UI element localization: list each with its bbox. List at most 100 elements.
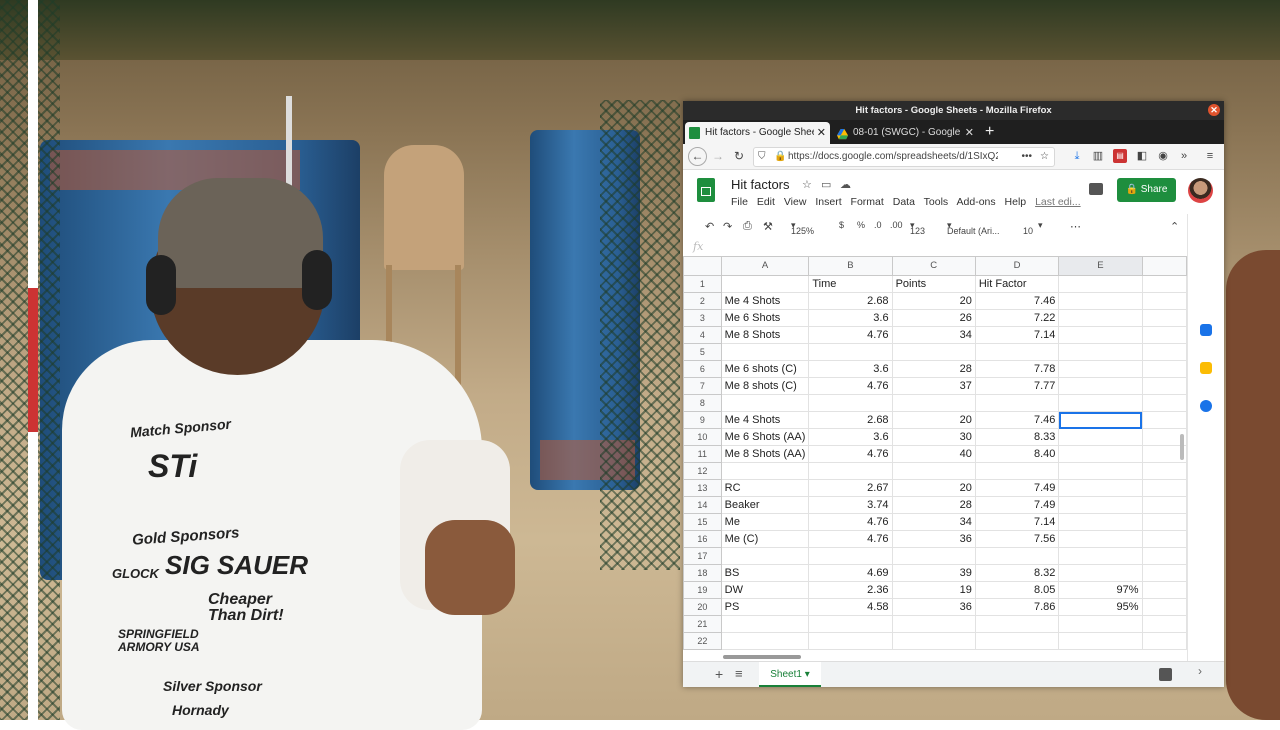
cell-e[interactable]	[1058, 530, 1143, 548]
column-header-a[interactable]: A	[720, 256, 810, 276]
cell-f[interactable]	[1141, 581, 1187, 599]
cell-c[interactable]	[891, 394, 976, 412]
cell-f[interactable]	[1141, 479, 1187, 497]
cell-c[interactable]: 36	[891, 530, 976, 548]
close-tab-icon[interactable]: ✕	[813, 122, 826, 144]
cell-d[interactable]: 8.40	[974, 445, 1060, 463]
cell-e[interactable]	[1058, 632, 1143, 650]
extension-icon[interactable]: ▤	[1113, 149, 1127, 163]
row-header[interactable]: 4	[683, 326, 722, 344]
cell-f[interactable]	[1141, 564, 1187, 582]
overflow-chevron-icon[interactable]: »	[1177, 149, 1191, 163]
cell-c[interactable]: 40	[891, 445, 976, 463]
menu-tools[interactable]: Tools	[924, 196, 949, 208]
cell-e[interactable]	[1058, 496, 1143, 514]
row-header[interactable]: 9	[683, 411, 722, 429]
cell-d[interactable]: 7.46	[974, 411, 1060, 429]
cell-f[interactable]	[1141, 360, 1187, 378]
menu-format[interactable]: Format	[851, 196, 884, 208]
cell-c[interactable]: 30	[891, 428, 976, 446]
cloud-status-icon[interactable]: ☁	[840, 178, 857, 191]
cell-d[interactable]: 7.78	[974, 360, 1060, 378]
cell-c[interactable]	[891, 615, 976, 633]
redo-icon[interactable]: ↷	[723, 220, 732, 233]
cell-e[interactable]	[1058, 360, 1143, 378]
all-sheets-icon[interactable]: ≡	[735, 666, 743, 681]
cell-d[interactable]: 7.86	[974, 598, 1060, 616]
cell-a[interactable]: Me 4 Shots	[720, 411, 810, 429]
vertical-scrollbar[interactable]	[1180, 434, 1184, 460]
cell-f[interactable]	[1141, 513, 1187, 531]
cell-e[interactable]	[1058, 479, 1143, 497]
spreadsheet-grid[interactable]: A B C D E 1 Time Points Hit Factor 2 Me 4 Sho…	[683, 256, 1187, 656]
cell-c[interactable]	[891, 343, 976, 361]
keep-icon[interactable]	[1200, 362, 1212, 374]
cell-f[interactable]	[1141, 292, 1187, 310]
column-header-f[interactable]	[1141, 256, 1187, 276]
cell-d[interactable]: 8.05	[974, 581, 1060, 599]
cell-d[interactable]: 8.32	[974, 564, 1060, 582]
cell-f[interactable]	[1141, 462, 1187, 480]
last-edit-link[interactable]: Last edi...	[1035, 196, 1081, 208]
cell-a[interactable]	[720, 547, 810, 565]
download-icon[interactable]: ⤓	[1070, 149, 1084, 163]
cell-d[interactable]: 7.56	[974, 530, 1060, 548]
formula-bar[interactable]: fx	[683, 239, 1187, 257]
cell-b[interactable]	[808, 547, 893, 565]
cell-a[interactable]	[720, 343, 810, 361]
cell-e[interactable]	[1058, 564, 1143, 582]
cell-a[interactable]: DW	[720, 581, 810, 599]
cell-e[interactable]	[1058, 394, 1143, 412]
cell-f[interactable]	[1141, 547, 1187, 565]
move-folder-icon[interactable]: ▭	[821, 178, 837, 191]
cell-c[interactable]: 26	[891, 309, 976, 327]
cell-f[interactable]	[1141, 309, 1187, 327]
row-header[interactable]: 1	[683, 275, 722, 293]
tab-swgc-doc[interactable]: 08-01 (SWGC) - Google D ✕	[833, 122, 978, 144]
cell-c[interactable]: 20	[891, 411, 976, 429]
cell-d[interactable]: Hit Factor	[974, 275, 1060, 293]
cell-a[interactable]: Me 8 shots (C)	[720, 377, 810, 395]
menu-insert[interactable]: Insert	[815, 196, 841, 208]
undo-icon[interactable]: ↶	[705, 220, 714, 233]
menu-help[interactable]: Help	[1005, 196, 1027, 208]
cell-d[interactable]	[974, 615, 1060, 633]
row-header[interactable]: 10	[683, 428, 722, 446]
collapse-toolbar-icon[interactable]: ⌃	[1170, 220, 1179, 233]
row-header[interactable]: 18	[683, 564, 722, 582]
percent-format-button[interactable]: %	[857, 220, 865, 230]
cell-d[interactable]: 7.49	[974, 496, 1060, 514]
cell-c[interactable]: 36	[891, 598, 976, 616]
cell-a[interactable]: Me 8 Shots	[720, 326, 810, 344]
select-all-corner[interactable]	[683, 256, 722, 276]
cell-b[interactable]: 2.68	[808, 411, 893, 429]
cell-e[interactable]	[1058, 292, 1143, 310]
cell-f[interactable]	[1141, 530, 1187, 548]
cell-c[interactable]: 39	[891, 564, 976, 582]
forward-arrow-icon[interactable]: →	[709, 147, 727, 165]
row-header[interactable]: 15	[683, 513, 722, 531]
comment-history-icon[interactable]	[1089, 183, 1103, 195]
more-toolbar-icon[interactable]: ⋯	[1070, 220, 1081, 233]
cell-e[interactable]	[1058, 377, 1143, 395]
tab-hit-factors[interactable]: Hit factors - Google Sheets ✕	[685, 122, 830, 144]
cell-b[interactable]	[808, 343, 893, 361]
menu-view[interactable]: View	[784, 196, 807, 208]
menu-edit[interactable]: Edit	[757, 196, 775, 208]
currency-format-button[interactable]: $	[839, 220, 844, 230]
cell-e[interactable]	[1058, 326, 1143, 344]
cell-d[interactable]: 7.14	[974, 326, 1060, 344]
menu-data[interactable]: Data	[893, 196, 915, 208]
cell-d[interactable]	[974, 394, 1060, 412]
cell-f[interactable]	[1141, 615, 1187, 633]
cell-d[interactable]: 7.46	[974, 292, 1060, 310]
tasks-icon[interactable]	[1200, 400, 1212, 412]
cell-b[interactable]: 4.76	[808, 445, 893, 463]
cell-a[interactable]: Me	[720, 513, 810, 531]
cell-b[interactable]: 4.76	[808, 326, 893, 344]
cell-a[interactable]: RC	[720, 479, 810, 497]
row-header[interactable]: 20	[683, 598, 722, 616]
url-bar[interactable]: ⛉ 🔒 https://docs.google.com/spreadsheets…	[753, 147, 1055, 167]
cell-e[interactable]	[1058, 309, 1143, 327]
cell-c[interactable]	[891, 632, 976, 650]
